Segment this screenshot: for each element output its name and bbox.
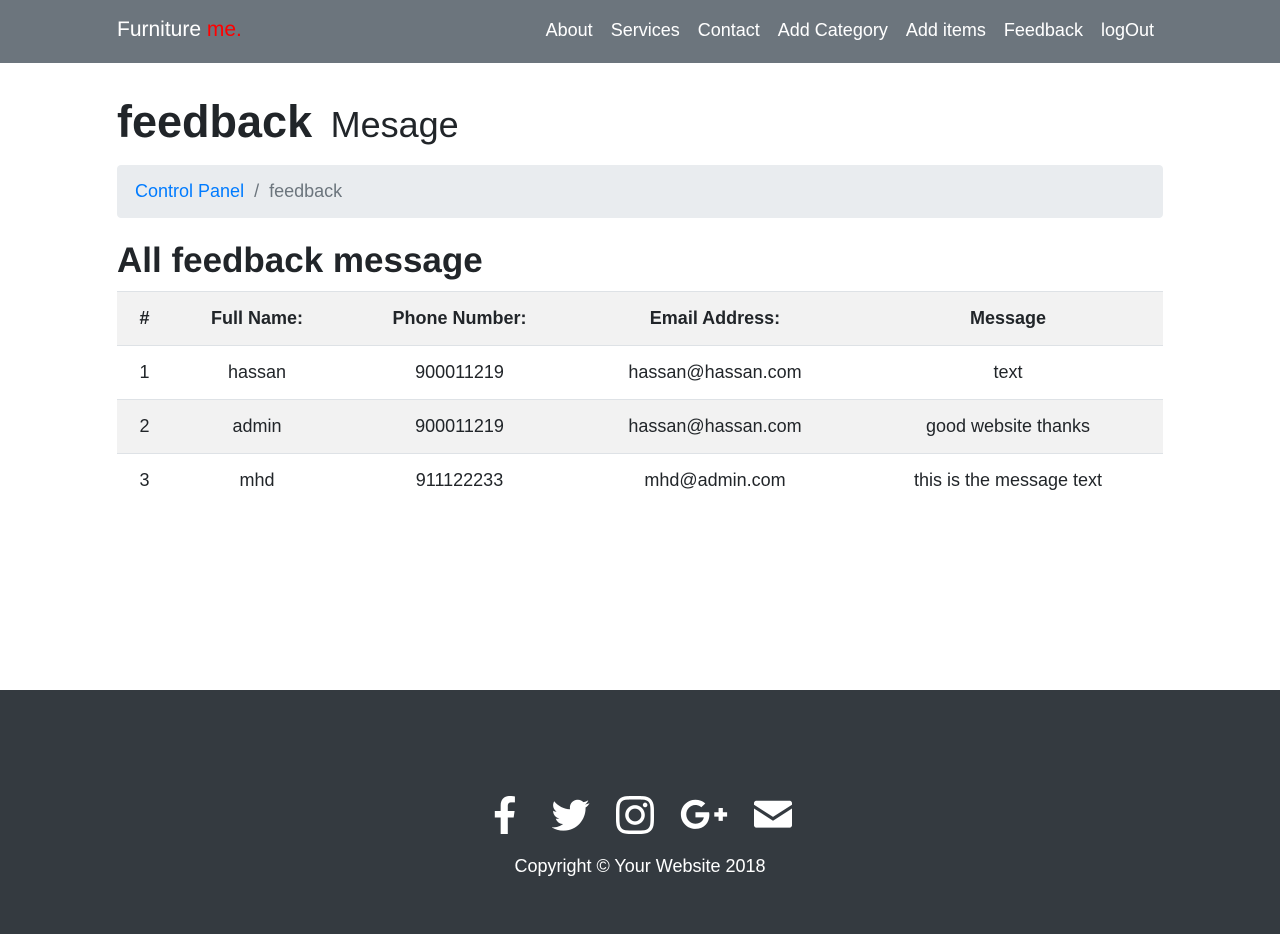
column-header-email: Email Address: [577, 291, 853, 346]
cell-email: hassan@hassan.com [577, 399, 853, 454]
column-header-full-name: Full Name: [172, 291, 342, 346]
table-header-row: # Full Name: Phone Number: Email Address… [117, 291, 1163, 346]
google-plus-icon[interactable] [680, 796, 728, 834]
table-row: 2 admin 900011219 hassan@hassan.com good… [117, 399, 1163, 454]
main-content: feedback Mesage Control Panel / feedback… [117, 63, 1163, 508]
cell-email: mhd@admin.com [577, 453, 853, 508]
nav-links: About Services Contact Add Category Add … [546, 20, 1154, 41]
copyright-text: Copyright © Your Website 2018 [514, 856, 766, 876]
cell-number: 3 [117, 453, 172, 508]
column-header-number: # [117, 291, 172, 346]
nav-link-feedback[interactable]: Feedback [1004, 20, 1083, 40]
breadcrumb-control-panel[interactable]: Control Panel [135, 181, 244, 201]
table-row: 1 hassan 900011219 hassan@hassan.com tex… [117, 345, 1163, 400]
cell-number: 1 [117, 345, 172, 400]
brand-name: Furniture [117, 18, 202, 41]
cell-full-name: mhd [172, 453, 342, 508]
column-header-phone: Phone Number: [342, 291, 577, 346]
breadcrumb-separator: / [254, 181, 260, 201]
nav-link-add-category[interactable]: Add Category [778, 20, 888, 40]
instagram-icon[interactable] [616, 796, 654, 834]
page-title-text: feedback [117, 96, 313, 147]
feedback-table: # Full Name: Phone Number: Email Address… [117, 291, 1163, 508]
breadcrumb: Control Panel / feedback [117, 165, 1163, 218]
brand-logo[interactable]: Furniture me. [117, 18, 242, 42]
brand-accent: me. [206, 18, 242, 41]
cell-message: text [853, 345, 1163, 400]
social-links [0, 796, 1280, 834]
twitter-icon[interactable] [551, 796, 590, 834]
column-header-message: Message [853, 291, 1163, 346]
cell-phone: 900011219 [342, 345, 577, 400]
cell-full-name: hassan [172, 345, 342, 400]
envelope-icon[interactable] [754, 796, 792, 834]
cell-message: good website thanks [853, 399, 1163, 454]
navbar: Furniture me. About Services Contact Add… [0, 0, 1280, 63]
nav-link-services[interactable]: Services [611, 20, 680, 40]
cell-email: hassan@hassan.com [577, 345, 853, 400]
page-title: feedback Mesage [117, 96, 1163, 151]
nav-link-contact[interactable]: Contact [698, 20, 760, 40]
cell-full-name: admin [172, 399, 342, 454]
section-title: All feedback message [117, 241, 483, 280]
nav-link-add-items[interactable]: Add items [906, 20, 986, 40]
page-subtitle: Mesage [330, 104, 459, 145]
nav-link-about[interactable]: About [546, 20, 593, 40]
nav-link-logout[interactable]: logOut [1101, 20, 1154, 40]
cell-message: this is the message text [853, 453, 1163, 508]
facebook-icon[interactable] [488, 796, 526, 834]
cell-phone: 911122233 [342, 453, 577, 508]
cell-number: 2 [117, 399, 172, 454]
footer: Copyright © Your Website 2018 [0, 690, 1280, 934]
cell-phone: 900011219 [342, 399, 577, 454]
table-row: 3 mhd 911122233 mhd@admin.com this is th… [117, 453, 1163, 508]
breadcrumb-current: feedback [269, 181, 343, 201]
